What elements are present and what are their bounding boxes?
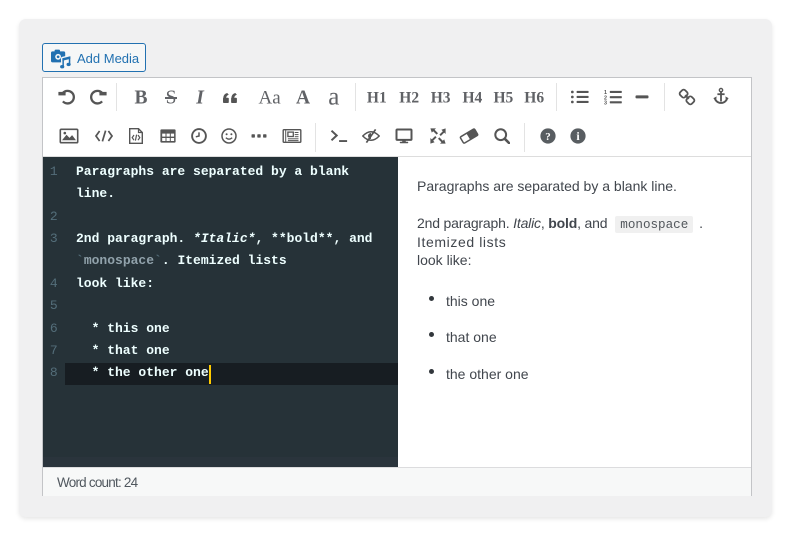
- svg-text:?: ?: [545, 131, 551, 143]
- svg-text:3: 3: [604, 100, 607, 104]
